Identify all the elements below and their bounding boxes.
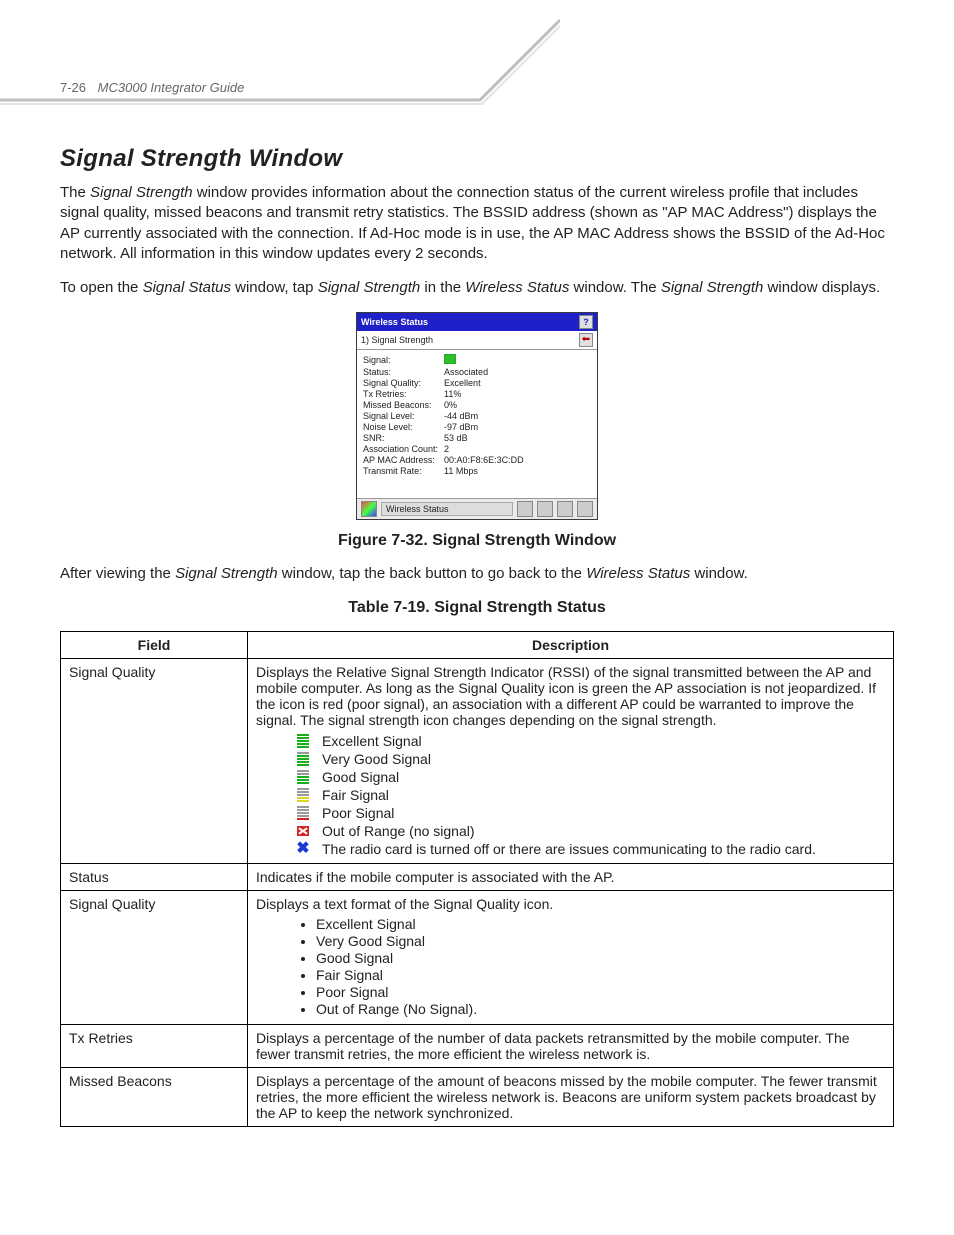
running-header: 7-26 MC3000 Integrator Guide [60,80,894,95]
start-icon[interactable] [361,501,377,517]
signal-poor-icon [296,806,310,820]
guide-title: MC3000 Integrator Guide [98,80,245,95]
radio-off-icon: ✖ [296,842,310,856]
table-row: Missed Beacons Displays a percentage of … [61,1067,894,1126]
signal-strength-table: Field Description Signal Quality Display… [60,631,894,1127]
signal-text-list: Excellent Signal Very Good Signal Good S… [316,916,885,1017]
mock-window: Wireless Status ? 1) Signal Strength ⬅ S… [356,312,598,520]
signal-good-icon [296,770,310,784]
cell-field: Status [61,863,248,890]
list-item: Fair Signal [316,967,885,983]
mock-value: Associated [444,367,530,378]
signal-verygood-icon [296,752,310,766]
mock-key: Signal: [363,354,444,367]
mock-value: 0% [444,400,530,411]
taskbar-app-label[interactable]: Wireless Status [381,502,513,516]
figure-caption: Figure 7-32. Signal Strength Window [60,532,894,550]
mock-value [444,354,530,367]
table-caption: Table 7-19. Signal Strength Status [60,599,894,617]
col-description: Description [248,631,894,658]
cell-description: Displays a text format of the Signal Qua… [248,890,894,1024]
mock-key: AP MAC Address: [363,455,444,466]
mock-value: 2 [444,444,530,455]
cell-field: Tx Retries [61,1024,248,1067]
mock-key: Noise Level: [363,422,444,433]
mock-value: 11% [444,389,530,400]
mock-key: Signal Level: [363,411,444,422]
page-number: 7-26 [60,80,86,95]
mock-body: Signal:Status:AssociatedSignal Quality:E… [357,350,597,498]
col-field: Field [61,631,248,658]
table-row: Status Indicates if the mobile computer … [61,863,894,890]
mock-value: 00:A0:F8:6E:3C:DD [444,455,530,466]
list-item: Poor Signal [316,984,885,1000]
page: 7-26 MC3000 Integrator Guide Signal Stre… [0,0,954,1187]
mock-title-text: Wireless Status [361,317,428,327]
tray-icon[interactable] [577,501,593,517]
section-heading: Signal Strength Window [60,145,894,173]
cell-field: Missed Beacons [61,1067,248,1126]
mock-key: Signal Quality: [363,378,444,389]
paragraph-after-figure: After viewing the Signal Strength window… [60,564,894,584]
help-icon[interactable]: ? [579,315,593,329]
figure-wrapper: Wireless Status ? 1) Signal Strength ⬅ S… [60,312,894,522]
list-item: Excellent Signal [316,916,885,932]
intro-paragraph-2: To open the Signal Status window, tap Si… [60,278,894,298]
cell-description: Indicates if the mobile computer is asso… [248,863,894,890]
mock-kv-table: Signal:Status:AssociatedSignal Quality:E… [363,354,530,477]
mock-value: -97 dBm [444,422,530,433]
cell-description: Displays a percentage of the amount of b… [248,1067,894,1126]
cell-field: Signal Quality [61,658,248,863]
mock-subheader: 1) Signal Strength ⬅ [357,331,597,350]
mock-key: Transmit Rate: [363,466,444,477]
tray-icon[interactable] [557,501,573,517]
list-item: Good Signal [316,950,885,966]
cell-field: Signal Quality [61,890,248,1024]
list-item: Very Good Signal [316,933,885,949]
mock-value: 53 dB [444,433,530,444]
tray-icon[interactable] [537,501,553,517]
mock-key: Missed Beacons: [363,400,444,411]
table-row: Tx Retries Displays a percentage of the … [61,1024,894,1067]
table-row: Signal Quality Displays a text format of… [61,890,894,1024]
mock-value: -44 dBm [444,411,530,422]
mock-key: Association Count: [363,444,444,455]
cell-description: Displays a percentage of the number of d… [248,1024,894,1067]
mock-value: 11 Mbps [444,466,530,477]
signal-level-icon [444,354,456,364]
signal-none-icon [296,826,310,836]
signal-icon-legend: Excellent Signal Very Good Signal Good S… [256,732,885,858]
table-row: Signal Quality Displays the Relative Sig… [61,658,894,863]
intro-paragraph-1: The Signal Strength window provides info… [60,183,894,264]
back-arrow-icon[interactable]: ⬅ [579,333,593,347]
mock-value: Excellent [444,378,530,389]
tray-icon[interactable] [517,501,533,517]
mock-titlebar: Wireless Status ? [357,313,597,331]
signal-excellent-icon [296,734,310,748]
mock-key: Status: [363,367,444,378]
signal-fair-icon [296,788,310,802]
cell-description: Displays the Relative Signal Strength In… [248,658,894,863]
mock-subtitle: 1) Signal Strength [361,335,433,345]
mock-key: Tx Retries: [363,389,444,400]
mock-key: SNR: [363,433,444,444]
list-item: Out of Range (No Signal). [316,1001,885,1017]
mock-taskbar: Wireless Status [357,498,597,519]
